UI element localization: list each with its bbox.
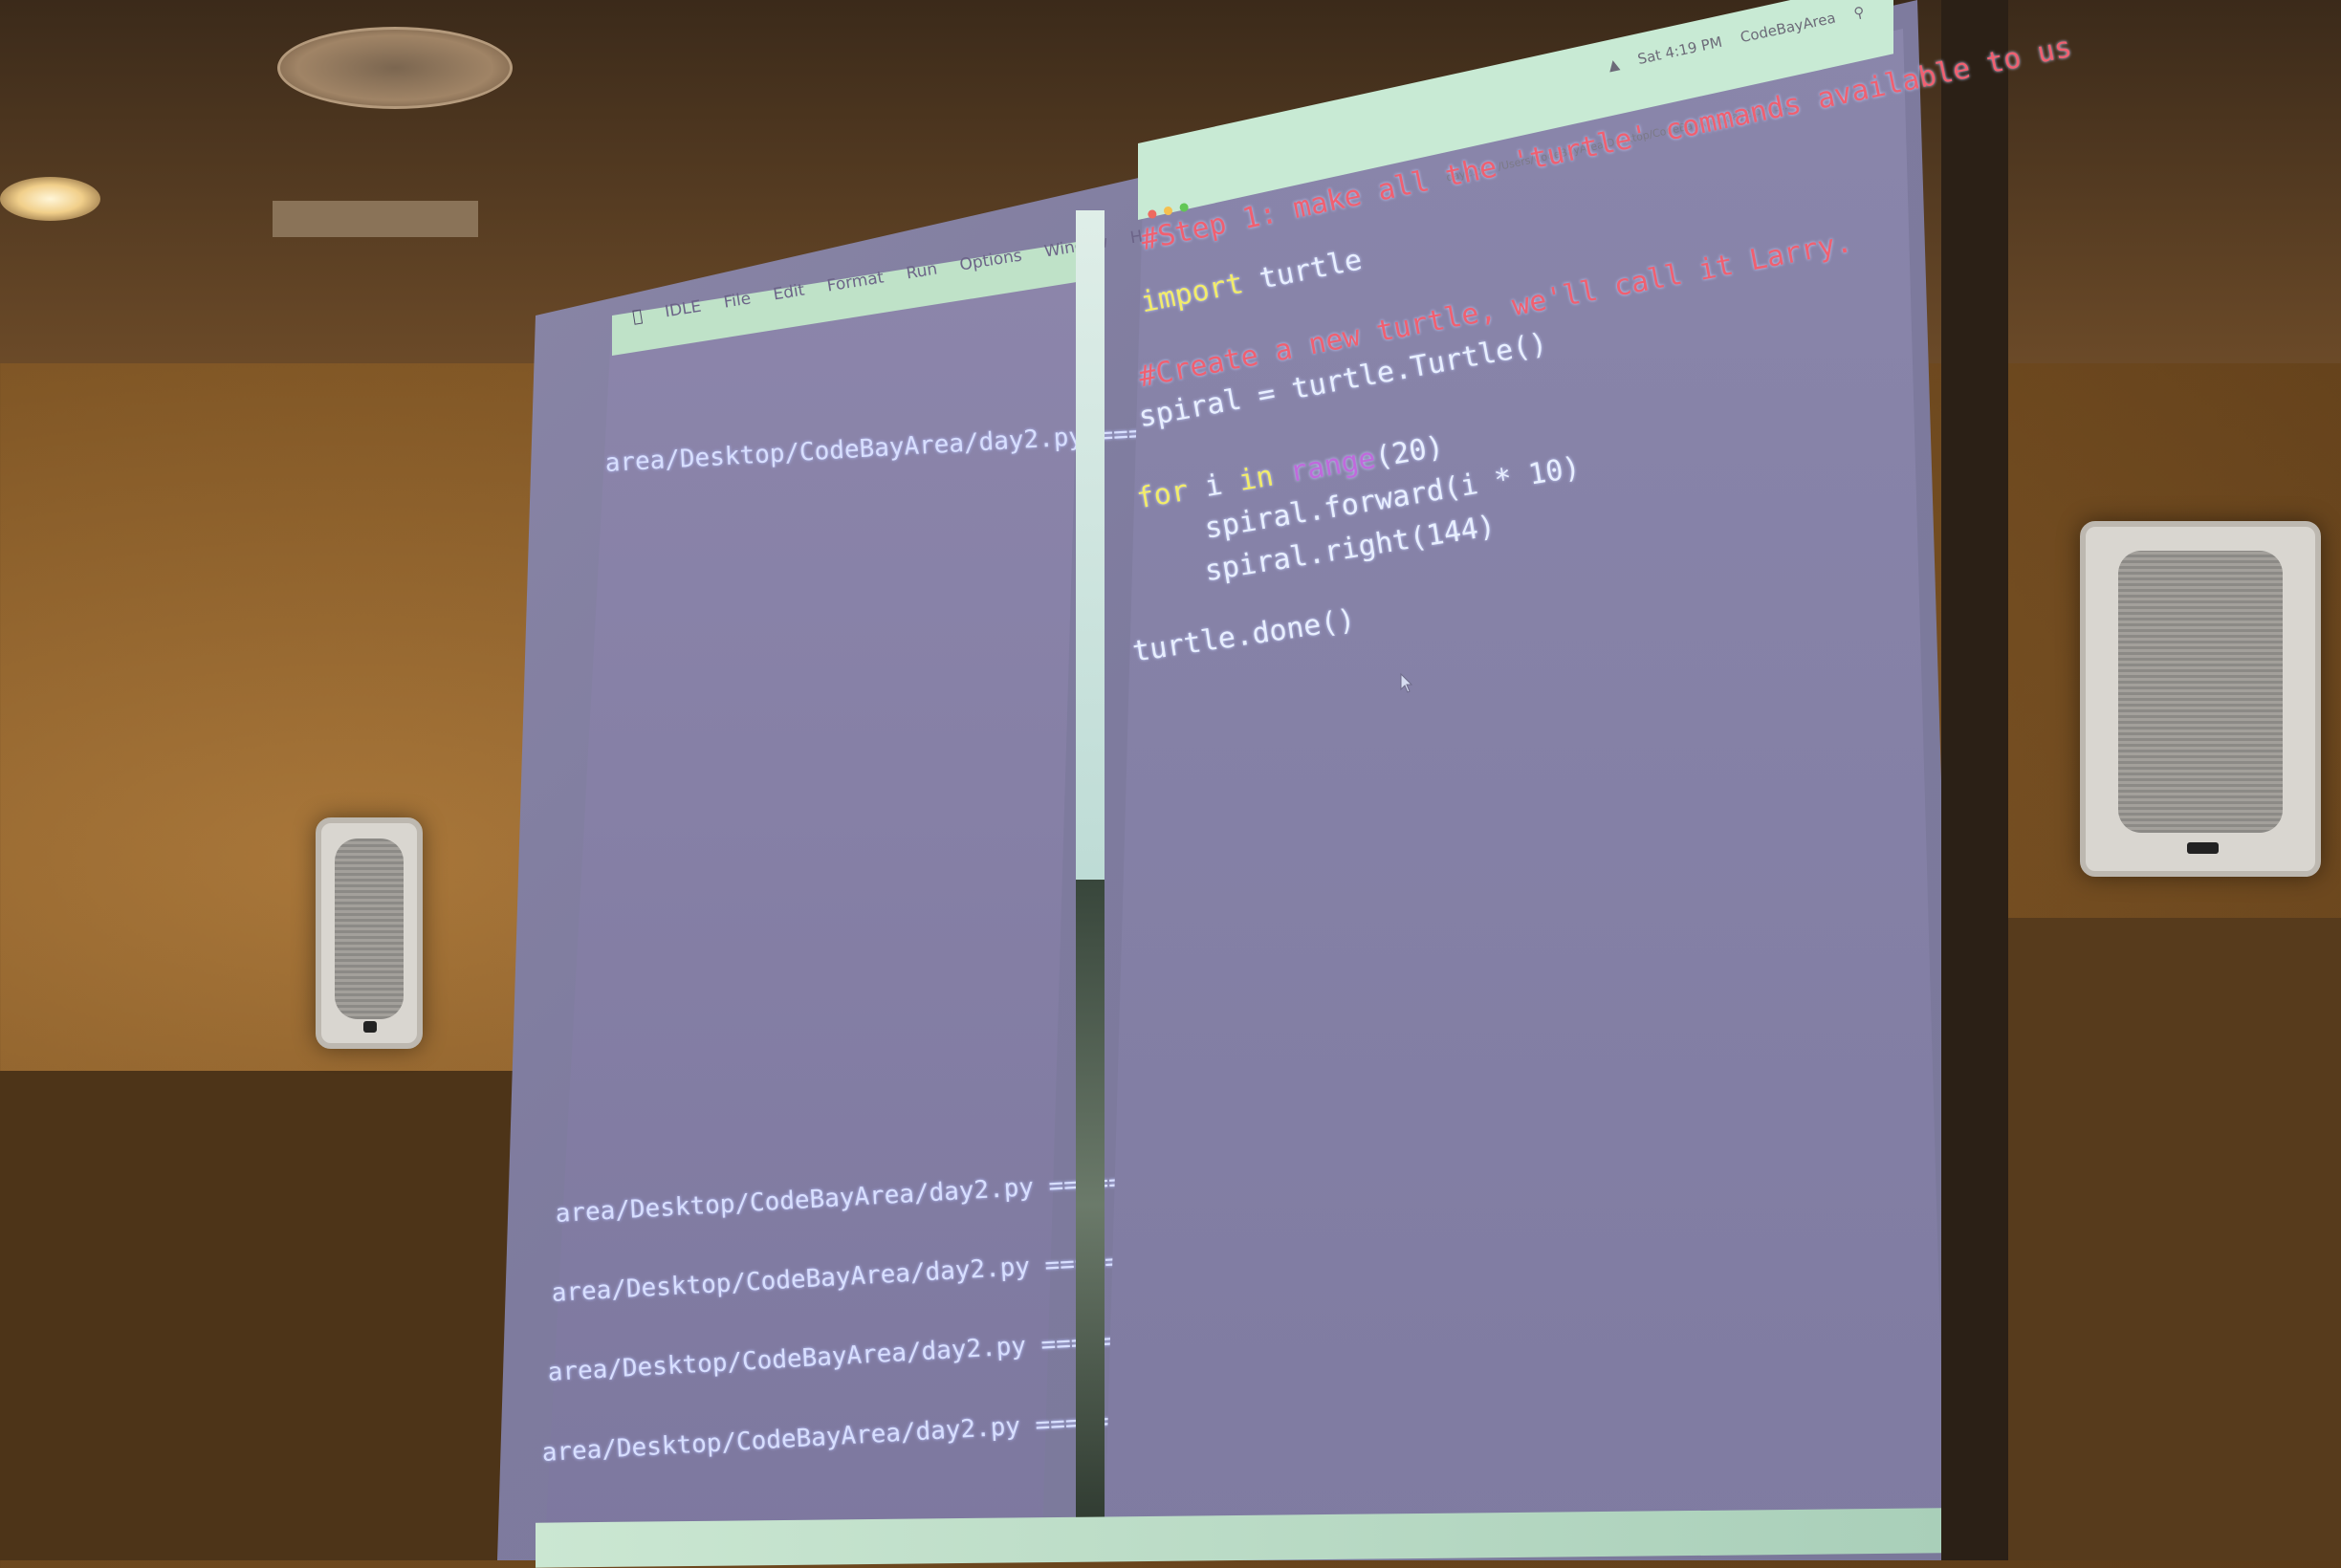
close-button[interactable] [1147,208,1158,220]
wifi-icon[interactable]: ▲ [1607,55,1621,75]
screen-housing [273,201,478,237]
mouse-pointer-icon [1400,673,1413,693]
desktop-wallpaper-edge [1076,880,1105,1530]
apple-menu-icon[interactable]:  [631,306,644,326]
speaker-grille [335,838,404,1019]
screen-frame [1941,0,2008,1560]
minimize-button[interactable] [1163,206,1173,216]
speaker-grille [2117,551,2284,834]
wall-speaker-right [2080,521,2321,877]
wall-speaker-left [316,817,423,1049]
ceiling-speaker [277,27,513,109]
keyword-in: in [1236,459,1277,499]
zoom-button[interactable] [1178,202,1190,213]
wood-paneling-right [1999,918,2341,1560]
ceiling-light [0,177,100,221]
speaker-logo [363,1020,377,1033]
speaker-logo [2186,842,2220,854]
